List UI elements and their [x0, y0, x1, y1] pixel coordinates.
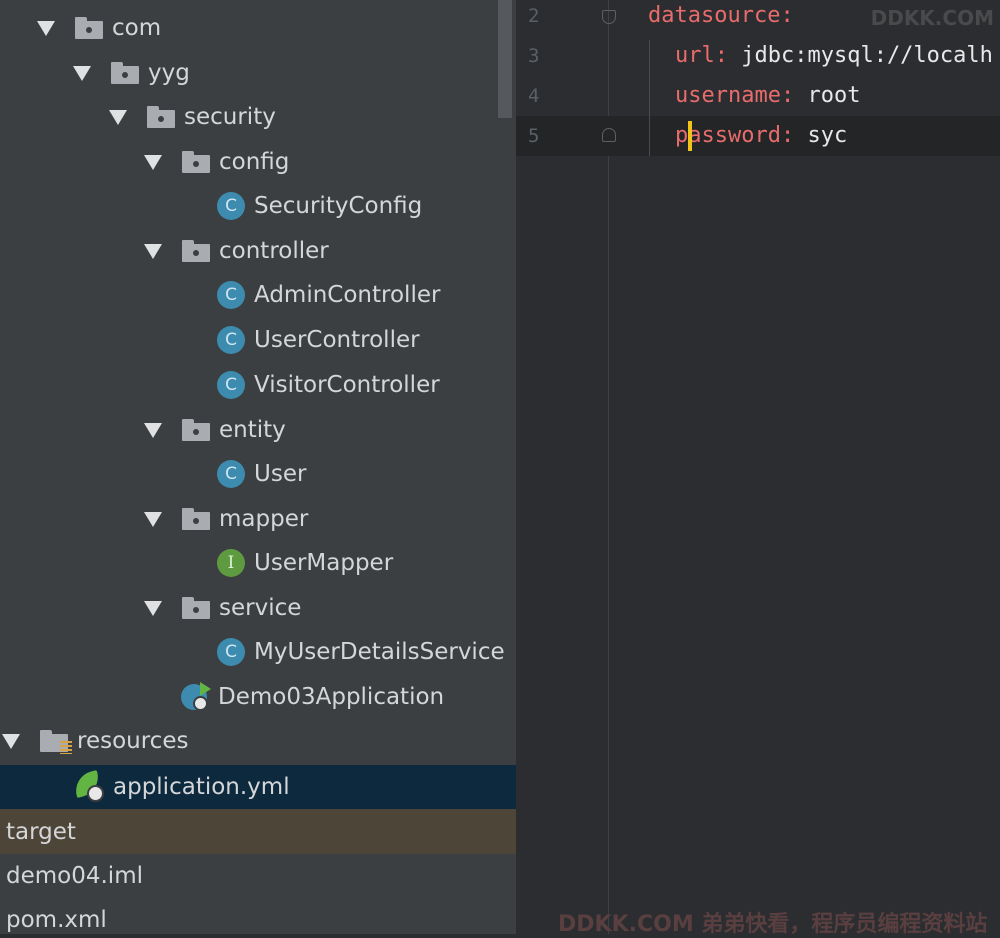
tree-item-visitorcontroller[interactable]: C VisitorController [0, 363, 516, 407]
code-text: url: jdbc:mysql://localh [675, 36, 993, 76]
tree-item-label: controller [219, 238, 329, 264]
tree-scrollbar[interactable] [498, 0, 512, 118]
interface-icon: I [217, 549, 245, 577]
yaml-colon: : [714, 43, 728, 68]
package-folder-icon [182, 508, 210, 530]
tree-item-entity[interactable]: entity [0, 408, 516, 452]
tree-item-user[interactable]: C User [0, 452, 516, 496]
class-icon: C [217, 281, 245, 309]
package-folder-icon [182, 597, 210, 619]
resources-folder-icon [40, 730, 72, 754]
spring-config-file-icon [71, 770, 106, 802]
fold-marker-icon[interactable] [602, 10, 616, 24]
tree-item-label: Demo03Application [218, 684, 445, 710]
tree-item-config[interactable]: config [0, 140, 516, 184]
code-editor[interactable]: 2 datasource: 3 url: jdbc:mysql://localh… [516, 0, 1000, 934]
class-icon: C [217, 192, 245, 220]
code-text: password: syc [675, 116, 847, 156]
yaml-colon: : [780, 83, 795, 108]
expand-arrow-icon[interactable] [144, 422, 162, 438]
spring-boot-app-icon [181, 682, 211, 712]
class-icon: C [217, 326, 245, 354]
code-line[interactable]: 3 url: jdbc:mysql://localh [516, 36, 1000, 76]
tree-item-label: demo04.iml [6, 863, 143, 889]
tree-item-security[interactable]: security [0, 95, 516, 139]
tree-item-label: resources [77, 728, 189, 754]
tree-item-label: mapper [219, 506, 309, 532]
yaml-key: url [675, 43, 715, 68]
tree-item-com[interactable]: com [0, 6, 516, 50]
yaml-value: root [794, 83, 861, 108]
expand-arrow-icon[interactable] [73, 65, 91, 81]
tree-item-usermapper[interactable]: I UserMapper [0, 541, 516, 585]
tree-item-service[interactable]: service [0, 586, 516, 630]
class-icon: C [217, 371, 245, 399]
tree-item-label: service [219, 595, 302, 621]
tree-item-label: pom.xml [6, 907, 107, 933]
tree-item-securityconfig[interactable]: C SecurityConfig [0, 184, 516, 228]
package-folder-icon [182, 240, 210, 262]
yaml-key: datasource [648, 3, 781, 28]
fold-end-marker-icon[interactable] [602, 128, 616, 142]
yaml-colon: : [780, 3, 794, 28]
yaml-colon: : [780, 123, 795, 148]
tree-item-yyg[interactable]: yyg [0, 51, 516, 95]
tree-item-demo03application[interactable]: Demo03Application [0, 675, 516, 719]
class-icon: C [217, 638, 245, 666]
tree-item-target[interactable]: target [0, 809, 516, 854]
tree-item-label: target [6, 818, 76, 845]
tree-item-label: security [184, 104, 276, 130]
tree-item-resources[interactable]: resources [0, 719, 516, 763]
tree-item-label: SecurityConfig [254, 193, 423, 219]
package-folder-icon [182, 151, 210, 173]
expand-arrow-icon[interactable] [144, 243, 162, 259]
package-folder-icon [182, 419, 210, 441]
expand-arrow-icon[interactable] [144, 511, 162, 527]
expand-arrow-icon[interactable] [109, 109, 127, 125]
tree-item-label: config [219, 149, 290, 175]
class-icon: C [217, 460, 245, 488]
yaml-value: syc [794, 123, 848, 148]
expand-arrow-icon[interactable] [144, 154, 162, 170]
code-text: username: root [675, 76, 860, 116]
yaml-value: jdbc:mysql://localh [728, 43, 993, 68]
indent-guide [649, 40, 650, 156]
tree-item-application-yml[interactable]: application.yml [0, 765, 516, 809]
tree-item-label: application.yml [113, 774, 290, 800]
code-line-current[interactable]: 5 password: syc [516, 116, 1000, 156]
expand-arrow-icon[interactable] [2, 733, 20, 749]
package-folder-icon [147, 106, 175, 128]
line-number: 4 [528, 85, 540, 107]
tree-item-label: com [112, 15, 162, 41]
line-number: 2 [528, 5, 540, 27]
tree-item-admincontroller[interactable]: C AdminController [0, 273, 516, 317]
line-number: 3 [528, 45, 540, 67]
tree-item-mapper[interactable]: mapper [0, 497, 516, 541]
tree-item-label: yyg [148, 60, 190, 86]
tree-item-demo04-iml[interactable]: demo04.iml [0, 854, 516, 898]
tree-item-label: UserMapper [254, 550, 394, 576]
package-folder-icon [75, 17, 103, 39]
tree-item-label: entity [219, 417, 286, 443]
package-folder-icon [111, 62, 139, 84]
text-caret [688, 121, 692, 151]
tree-item-label: MyUserDetailsService [254, 639, 505, 665]
tree-item-myuserdetailsservice[interactable]: C MyUserDetailsService [0, 630, 516, 674]
tree-item-pom-xml[interactable]: pom.xml [0, 898, 516, 934]
tree-item-label: User [254, 461, 307, 487]
tree-item-usercontroller[interactable]: C UserController [0, 318, 516, 362]
tree-item-controller[interactable]: controller [0, 229, 516, 273]
yaml-key: username [675, 83, 781, 108]
line-number: 5 [528, 125, 540, 147]
tree-item-label: VisitorController [254, 372, 440, 398]
tree-item-label: UserController [254, 327, 420, 353]
code-line[interactable]: 4 username: root [516, 76, 1000, 116]
watermark-bottom: DDKK.COM 弟弟快看，程序员编程资料站 [558, 912, 988, 937]
expand-arrow-icon[interactable] [37, 20, 55, 36]
expand-arrow-icon[interactable] [144, 600, 162, 616]
code-text: datasource: [648, 0, 794, 36]
project-tree-panel: com yyg security config C SecurityConfig… [0, 0, 516, 934]
tree-item-label: AdminController [254, 282, 441, 308]
watermark-top: DDKK.COM [870, 6, 994, 30]
